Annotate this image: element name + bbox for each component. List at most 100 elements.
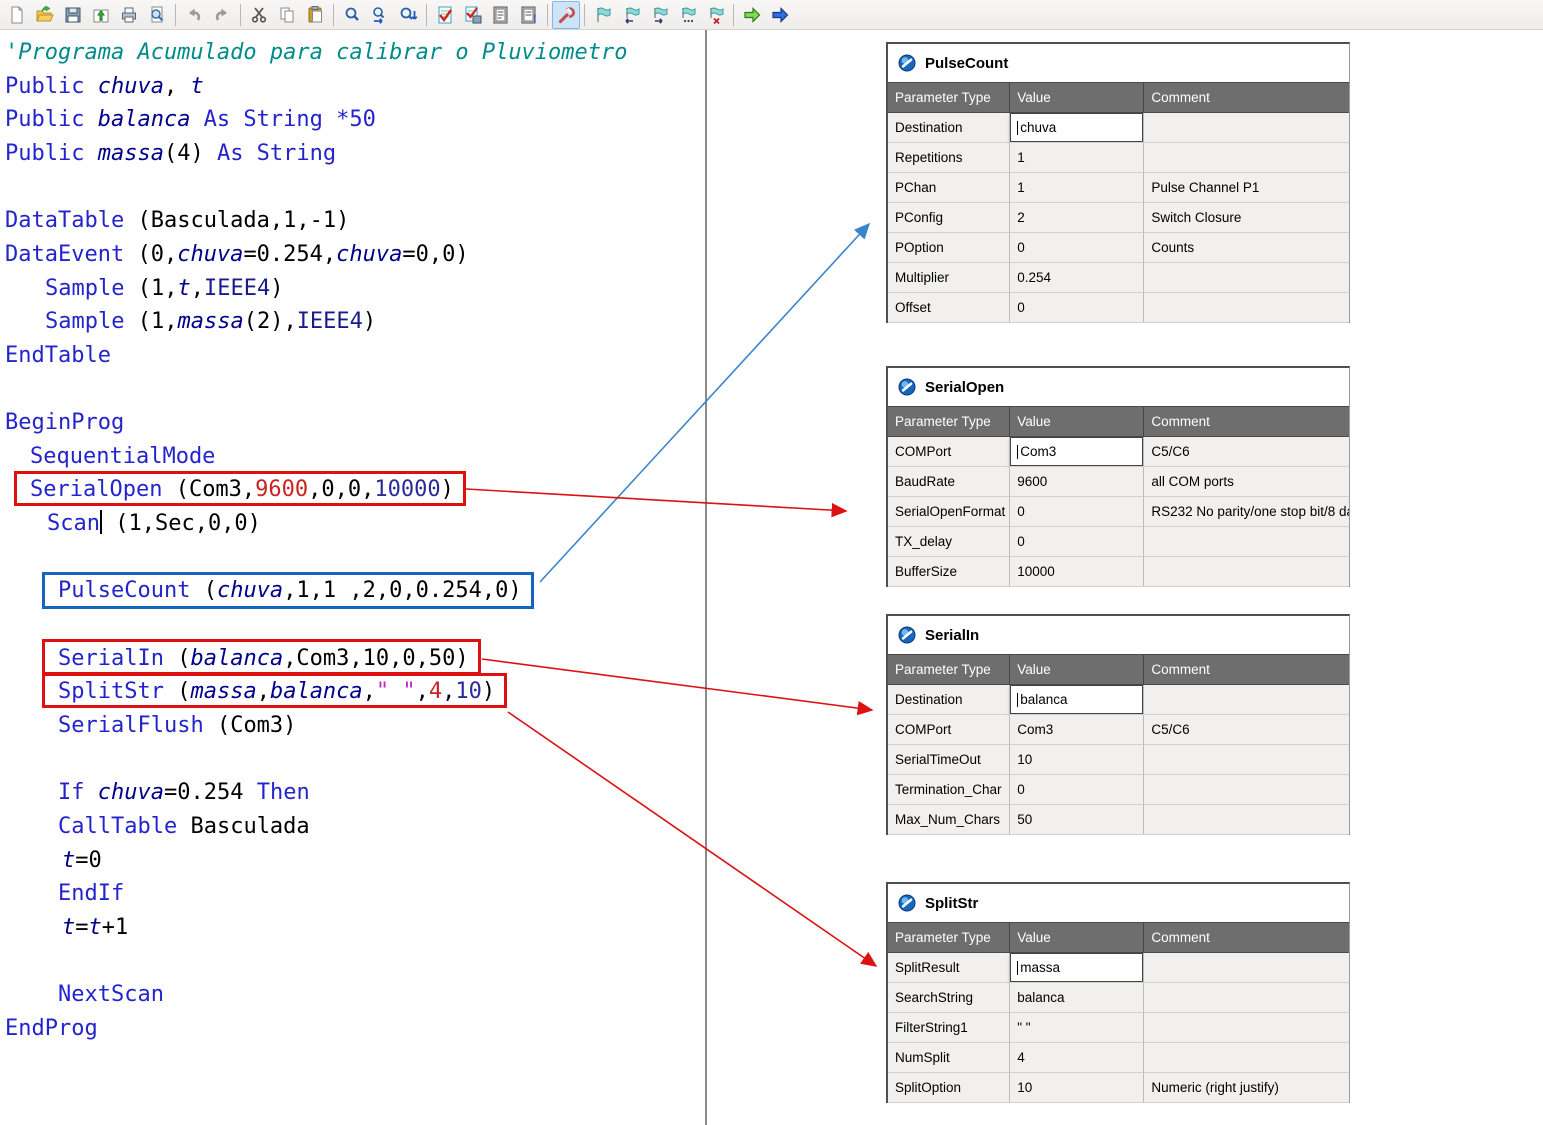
param-row: COMPortCom3C5/C6 [888,715,1349,745]
save-file-button[interactable] [59,1,87,29]
svg-text:!: ! [533,13,537,25]
code-token-kw: DataEvent [5,242,124,267]
compile-button[interactable] [431,1,459,29]
bookmark-clear-button[interactable] [701,1,729,29]
cut-button[interactable] [245,1,273,29]
param-value-cell[interactable]: 50 [1009,805,1143,835]
code-line[interactable]: Sample (1,t,IEEE4) [45,272,283,306]
param-value-cell[interactable]: 0 [1009,775,1143,805]
replace-button[interactable] [366,1,394,29]
code-line[interactable]: DataTable (Basculada,1,-1) [5,204,349,238]
doc-template-button[interactable] [487,1,515,29]
param-value-cell[interactable]: balanca [1009,685,1143,715]
paste-button[interactable] [301,1,329,29]
code-line[interactable]: EndTable [5,339,111,373]
print-preview-button[interactable] [143,1,171,29]
compile-save-button[interactable] [459,1,487,29]
param-value-cell[interactable]: 10000 [1009,557,1143,587]
code-line[interactable]: SplitStr (massa,balanca," ",4,10) [58,675,495,709]
code-line[interactable]: SerialIn (balanca,Com3,10,0,50) [58,642,469,676]
param-value-cell[interactable]: massa [1009,953,1143,983]
param-value-cell[interactable]: 1 [1009,143,1143,173]
new-file-button[interactable] [3,1,31,29]
param-value-cell[interactable]: 9600 [1009,467,1143,497]
param-value-cell[interactable]: chuva [1009,113,1143,143]
param-value-cell[interactable]: balanca [1009,983,1143,1013]
param-value-cell[interactable]: 0 [1009,233,1143,263]
wrench-button[interactable] [552,1,580,29]
code-token-var: massa [177,309,243,334]
param-name-cell: TX_delay [888,527,1009,557]
pane-divider[interactable] [705,30,707,1125]
param-name-cell: Multiplier [888,263,1009,293]
code-line[interactable]: PulseCount (chuva,1,1 ,2,0,0.254,0) [58,574,522,608]
code-line[interactable]: CallTable Basculada [58,810,310,844]
go-blue-button[interactable] [766,1,794,29]
print-preview-icon [147,5,167,25]
code-line[interactable]: SerialFlush (Com3) [58,709,296,743]
param-value-cell[interactable]: 0 [1009,293,1143,323]
go-green-button[interactable] [738,1,766,29]
bookmark-list-button[interactable] [673,1,701,29]
param-value-cell[interactable]: 0.254 [1009,263,1143,293]
code-line[interactable]: DataEvent (0,chuva=0.254,chuva=0,0) [5,238,469,272]
code-line[interactable]: NextScan [58,978,164,1012]
code-line[interactable]: Scan (1,Sec,0,0) [47,507,261,541]
print-button[interactable] [115,1,143,29]
undo-button[interactable] [180,1,208,29]
code-token-plain: =0,0) [402,242,468,267]
column-header: Parameter Type [888,407,1009,437]
compile-icon [435,5,455,25]
bookmark-next-icon [649,5,669,25]
find-next-button[interactable] [394,1,422,29]
code-token-const: IEEE4 [204,276,270,301]
param-value-cell[interactable]: Com3 [1009,715,1143,745]
param-value-cell[interactable]: 0 [1009,497,1143,527]
param-value-cell[interactable]: " " [1009,1013,1143,1043]
code-line[interactable]: EndIf [58,877,124,911]
code-token-kw: DataTable [5,208,124,233]
code-token-plain: (Com3, [162,477,255,502]
code-line[interactable]: BeginProg [5,406,124,440]
code-line[interactable]: Sample (1,massa(2),IEEE4) [45,305,376,339]
bookmark-prev-button[interactable] [617,1,645,29]
redo-button[interactable] [208,1,236,29]
code-line[interactable]: SerialOpen (Com3,9600,0,0,10000) [30,473,454,507]
code-token-var: massa [190,679,256,704]
param-name-cell: Destination [888,685,1009,715]
code-line[interactable]: t=0 [62,844,102,878]
doc-info-button[interactable]: ! [515,1,543,29]
code-token-var: chuva [177,242,243,267]
code-line[interactable]: Public massa(4) As String [5,137,336,171]
code-token-plain: , [257,679,270,704]
code-line[interactable]: If chuva=0.254 Then [58,776,310,810]
find-button[interactable] [338,1,366,29]
copy-button[interactable] [273,1,301,29]
param-row: SplitOption10Numeric (right justify) [888,1073,1349,1103]
bookmark-next-button[interactable] [645,1,673,29]
copy-icon [277,5,297,25]
param-value-cell[interactable]: 10 [1009,745,1143,775]
param-comment-cell [1143,685,1349,715]
code-line[interactable]: t=t+1 [62,911,128,945]
code-line[interactable]: SequentialMode [30,440,215,474]
param-row: PConfig2Switch Closure [888,203,1349,233]
param-value-cell[interactable]: 1 [1009,173,1143,203]
param-value-cell[interactable]: 2 [1009,203,1143,233]
param-value-cell[interactable]: 10 [1009,1073,1143,1103]
param-comment-cell: all COM ports [1143,467,1349,497]
open-file-button[interactable] [31,1,59,29]
param-row: SplitResultmassa [888,953,1349,983]
code-line[interactable]: 'Programa Acumulado para calibrar o Pluv… [5,36,628,70]
param-value-cell[interactable]: Com3 [1009,437,1143,467]
bookmark-toggle-button[interactable] [589,1,617,29]
code-editor[interactable]: 'Programa Acumulado para calibrar o Pluv… [0,30,704,1125]
param-name-cell: BufferSize [888,557,1009,587]
param-value-cell[interactable]: 4 [1009,1043,1143,1073]
code-line[interactable]: Public chuva, t [5,70,204,104]
param-value-cell[interactable]: 0 [1009,527,1143,557]
code-line[interactable]: Public balanca As String *50 [5,103,376,137]
save-as-button[interactable] [87,1,115,29]
column-header: Comment [1143,655,1349,685]
code-line[interactable]: EndProg [5,1012,98,1046]
